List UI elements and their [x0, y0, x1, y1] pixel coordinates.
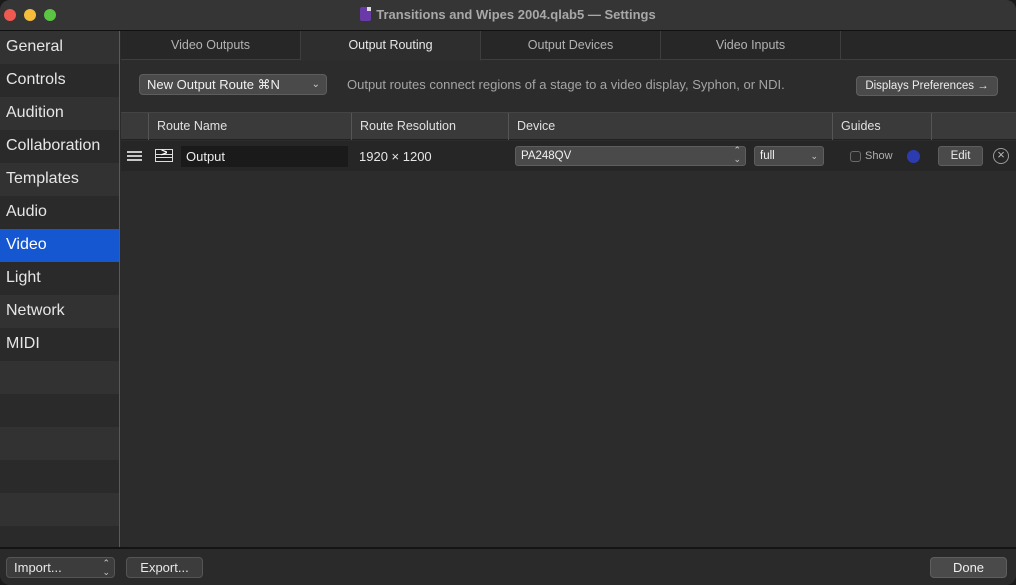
- sidebar-empty-row: [0, 460, 119, 493]
- sidebar-empty-row: [0, 394, 119, 427]
- sidebar-item-video[interactable]: Video: [0, 229, 119, 262]
- guide-color-swatch[interactable]: [907, 150, 920, 163]
- device-select-value: PA248QV: [521, 150, 572, 162]
- show-guides-label: Show: [865, 150, 893, 162]
- import-label: Import...: [14, 560, 62, 575]
- sidebar-empty-row: [0, 361, 119, 394]
- sidebar-item-audition[interactable]: Audition: [0, 97, 119, 130]
- sidebar-empty-row: [0, 427, 119, 460]
- remove-route-icon[interactable]: ×: [993, 148, 1009, 164]
- sidebar-item-collaboration[interactable]: Collaboration: [0, 130, 119, 163]
- done-button[interactable]: Done: [930, 557, 1007, 578]
- export-button[interactable]: Export...: [126, 557, 203, 578]
- route-resolution: 1920 × 1200: [359, 149, 432, 164]
- sidebar-item-general[interactable]: General: [0, 31, 119, 64]
- footer-bar: Import... ⌃ ⌄ Export... Done: [0, 547, 1016, 585]
- routing-hint-text: Output routes connect regions of a stage…: [347, 77, 785, 92]
- chevron-down-icon: ⌄: [810, 151, 818, 161]
- fill-mode-value: full: [760, 150, 775, 162]
- fill-mode-select[interactable]: full ⌄: [754, 146, 824, 166]
- table-row: Output 1920 × 1200 PA248QV ⌃⌄ full ⌄ Sho…: [121, 141, 1016, 171]
- drag-handle-icon[interactable]: [127, 151, 142, 161]
- import-popup[interactable]: Import... ⌃ ⌄: [6, 557, 115, 578]
- column-header-route-name[interactable]: Route Name: [148, 113, 351, 140]
- settings-window: Transitions and Wipes 2004.qlab5 — Setti…: [0, 0, 1016, 585]
- sidebar-item-controls[interactable]: Controls: [0, 64, 119, 97]
- device-select[interactable]: PA248QV ⌃ ⌄: [515, 146, 746, 166]
- window-title-text: Transitions and Wipes 2004.qlab5 — Setti…: [376, 7, 656, 22]
- displays-preferences-button[interactable]: Displays Preferences →: [856, 76, 998, 96]
- column-header-device[interactable]: Device: [508, 113, 832, 140]
- new-output-route-popup[interactable]: New Output Route ⌘N ⌄: [139, 74, 327, 95]
- updown-arrows-icon: ⌃ ⌄: [102, 558, 110, 577]
- routes-table-header: Route Name Route Resolution Device Guide…: [121, 112, 1016, 140]
- tab-output-devices[interactable]: Output Devices: [481, 31, 661, 60]
- column-header-route-resolution[interactable]: Route Resolution: [351, 113, 508, 140]
- sidebar-item-network[interactable]: Network: [0, 295, 119, 328]
- title-bar: Transitions and Wipes 2004.qlab5 — Setti…: [0, 0, 1016, 31]
- main-panel: Video Outputs Output Routing Output Devi…: [121, 31, 1016, 547]
- tab-video-inputs[interactable]: Video Inputs: [661, 31, 841, 60]
- sidebar-item-templates[interactable]: Templates: [0, 163, 119, 196]
- route-name-field[interactable]: Output: [181, 146, 348, 167]
- new-output-route-label: New Output Route ⌘N: [147, 77, 280, 92]
- sidebar-item-light[interactable]: Light: [0, 262, 119, 295]
- output-route-icon: [155, 147, 173, 162]
- settings-sidebar: General Controls Audition Collaboration …: [0, 31, 120, 547]
- chevron-down-icon: ⌄: [311, 79, 320, 90]
- sidebar-empty-row: [0, 493, 119, 526]
- qlab-document-icon: [360, 7, 372, 21]
- sidebar-item-midi[interactable]: MIDI: [0, 328, 119, 361]
- edit-route-button[interactable]: Edit: [938, 146, 983, 166]
- routing-toolbar: New Output Route ⌘N ⌄ Output routes conn…: [121, 61, 1016, 111]
- updown-arrows-icon: ⌃ ⌄: [733, 145, 741, 164]
- tab-video-outputs[interactable]: Video Outputs: [121, 31, 301, 60]
- tab-output-routing[interactable]: Output Routing: [301, 31, 481, 61]
- sidebar-item-audio[interactable]: Audio: [0, 196, 119, 229]
- window-title: Transitions and Wipes 2004.qlab5 — Setti…: [0, 7, 1016, 22]
- show-guides-checkbox[interactable]: [850, 151, 861, 162]
- column-header-actions: [931, 113, 1016, 140]
- column-header-guides[interactable]: Guides: [832, 113, 931, 140]
- tab-bar: Video Outputs Output Routing Output Devi…: [121, 31, 1016, 61]
